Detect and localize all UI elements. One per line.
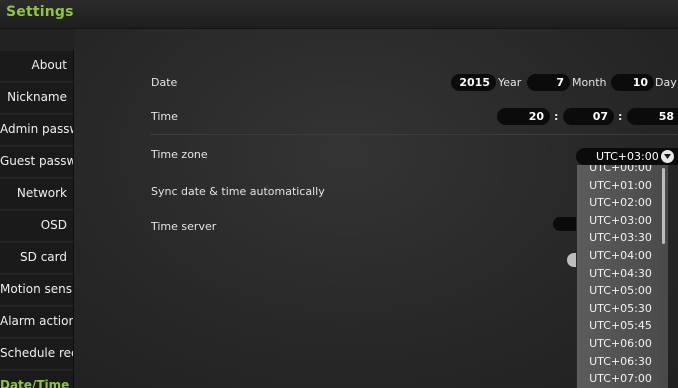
time-separator: : xyxy=(554,110,559,123)
second-field[interactable]: 58 xyxy=(627,108,678,125)
timezone-option[interactable]: UTC+03:30 xyxy=(577,229,668,247)
time-separator: : xyxy=(618,110,623,123)
app-title: Settings xyxy=(6,4,74,20)
hour-field[interactable]: 20 xyxy=(497,108,550,125)
timezone-option[interactable]: UTC+01:00 xyxy=(577,177,668,195)
timezone-option[interactable]: UTC+06:30 xyxy=(577,353,668,371)
sidebar-item-guest-password[interactable]: Guest password xyxy=(0,146,73,178)
month-unit-label: Month xyxy=(572,76,607,89)
sidebar-item-alarm-action[interactable]: Alarm action xyxy=(0,306,73,338)
settings-sidebar: About Nickname Admin password Guest pass… xyxy=(0,50,74,388)
section-divider xyxy=(150,134,678,135)
timezone-option[interactable]: UTC+03:00 xyxy=(577,212,668,230)
month-field[interactable]: 7 xyxy=(527,74,570,91)
timezone-option[interactable]: UTC+05:45 xyxy=(577,317,668,335)
date-label: Date xyxy=(151,76,178,89)
chevron-down-icon[interactable] xyxy=(661,150,674,163)
sidebar-item-date-time[interactable]: Date/Time xyxy=(0,370,73,388)
minute-field[interactable]: 07 xyxy=(563,108,614,125)
timezone-option[interactable]: UTC+00:00 xyxy=(577,165,668,177)
timezone-option[interactable]: UTC+07:00 xyxy=(577,370,668,388)
sidebar-item-admin-password[interactable]: Admin password xyxy=(0,114,73,146)
timezone-option[interactable]: UTC+05:00 xyxy=(577,282,668,300)
title-bar: Settings xyxy=(0,0,678,29)
sidebar-item-sd-card[interactable]: SD card xyxy=(0,242,73,274)
day-unit-label: Day xyxy=(655,76,677,89)
sync-label: Sync date & time automatically xyxy=(151,185,325,198)
timezone-option[interactable]: UTC+05:30 xyxy=(577,300,668,318)
sidebar-item-osd[interactable]: OSD xyxy=(0,210,73,242)
year-field[interactable]: 2015 xyxy=(451,74,496,91)
sidebar-item-schedule-recording[interactable]: Schedule recording xyxy=(0,338,73,370)
timezone-option[interactable]: UTC+04:00 xyxy=(577,247,668,265)
timezone-option[interactable]: UTC+04:30 xyxy=(577,265,668,283)
time-server-label: Time server xyxy=(151,220,217,233)
time-label: Time xyxy=(151,110,178,123)
timezone-option[interactable]: UTC+06:00 xyxy=(577,335,668,353)
day-field[interactable]: 10 xyxy=(611,74,654,91)
sidebar-item-nickname[interactable]: Nickname xyxy=(0,82,73,114)
year-unit-label: Year xyxy=(498,76,522,89)
sidebar-item-network[interactable]: Network xyxy=(0,178,73,210)
timezone-option[interactable]: UTC+02:00 xyxy=(577,194,668,212)
sidebar-item-motion-sensitivity[interactable]: Motion sensitivity xyxy=(0,274,73,306)
sidebar-item-about[interactable]: About xyxy=(0,50,73,82)
timezone-dropdown-list[interactable]: UTC+00:00 UTC+01:00 UTC+02:00 UTC+03:00 … xyxy=(576,165,668,388)
dropdown-scrollbar[interactable] xyxy=(662,168,665,244)
timezone-label: Time zone xyxy=(151,148,208,161)
